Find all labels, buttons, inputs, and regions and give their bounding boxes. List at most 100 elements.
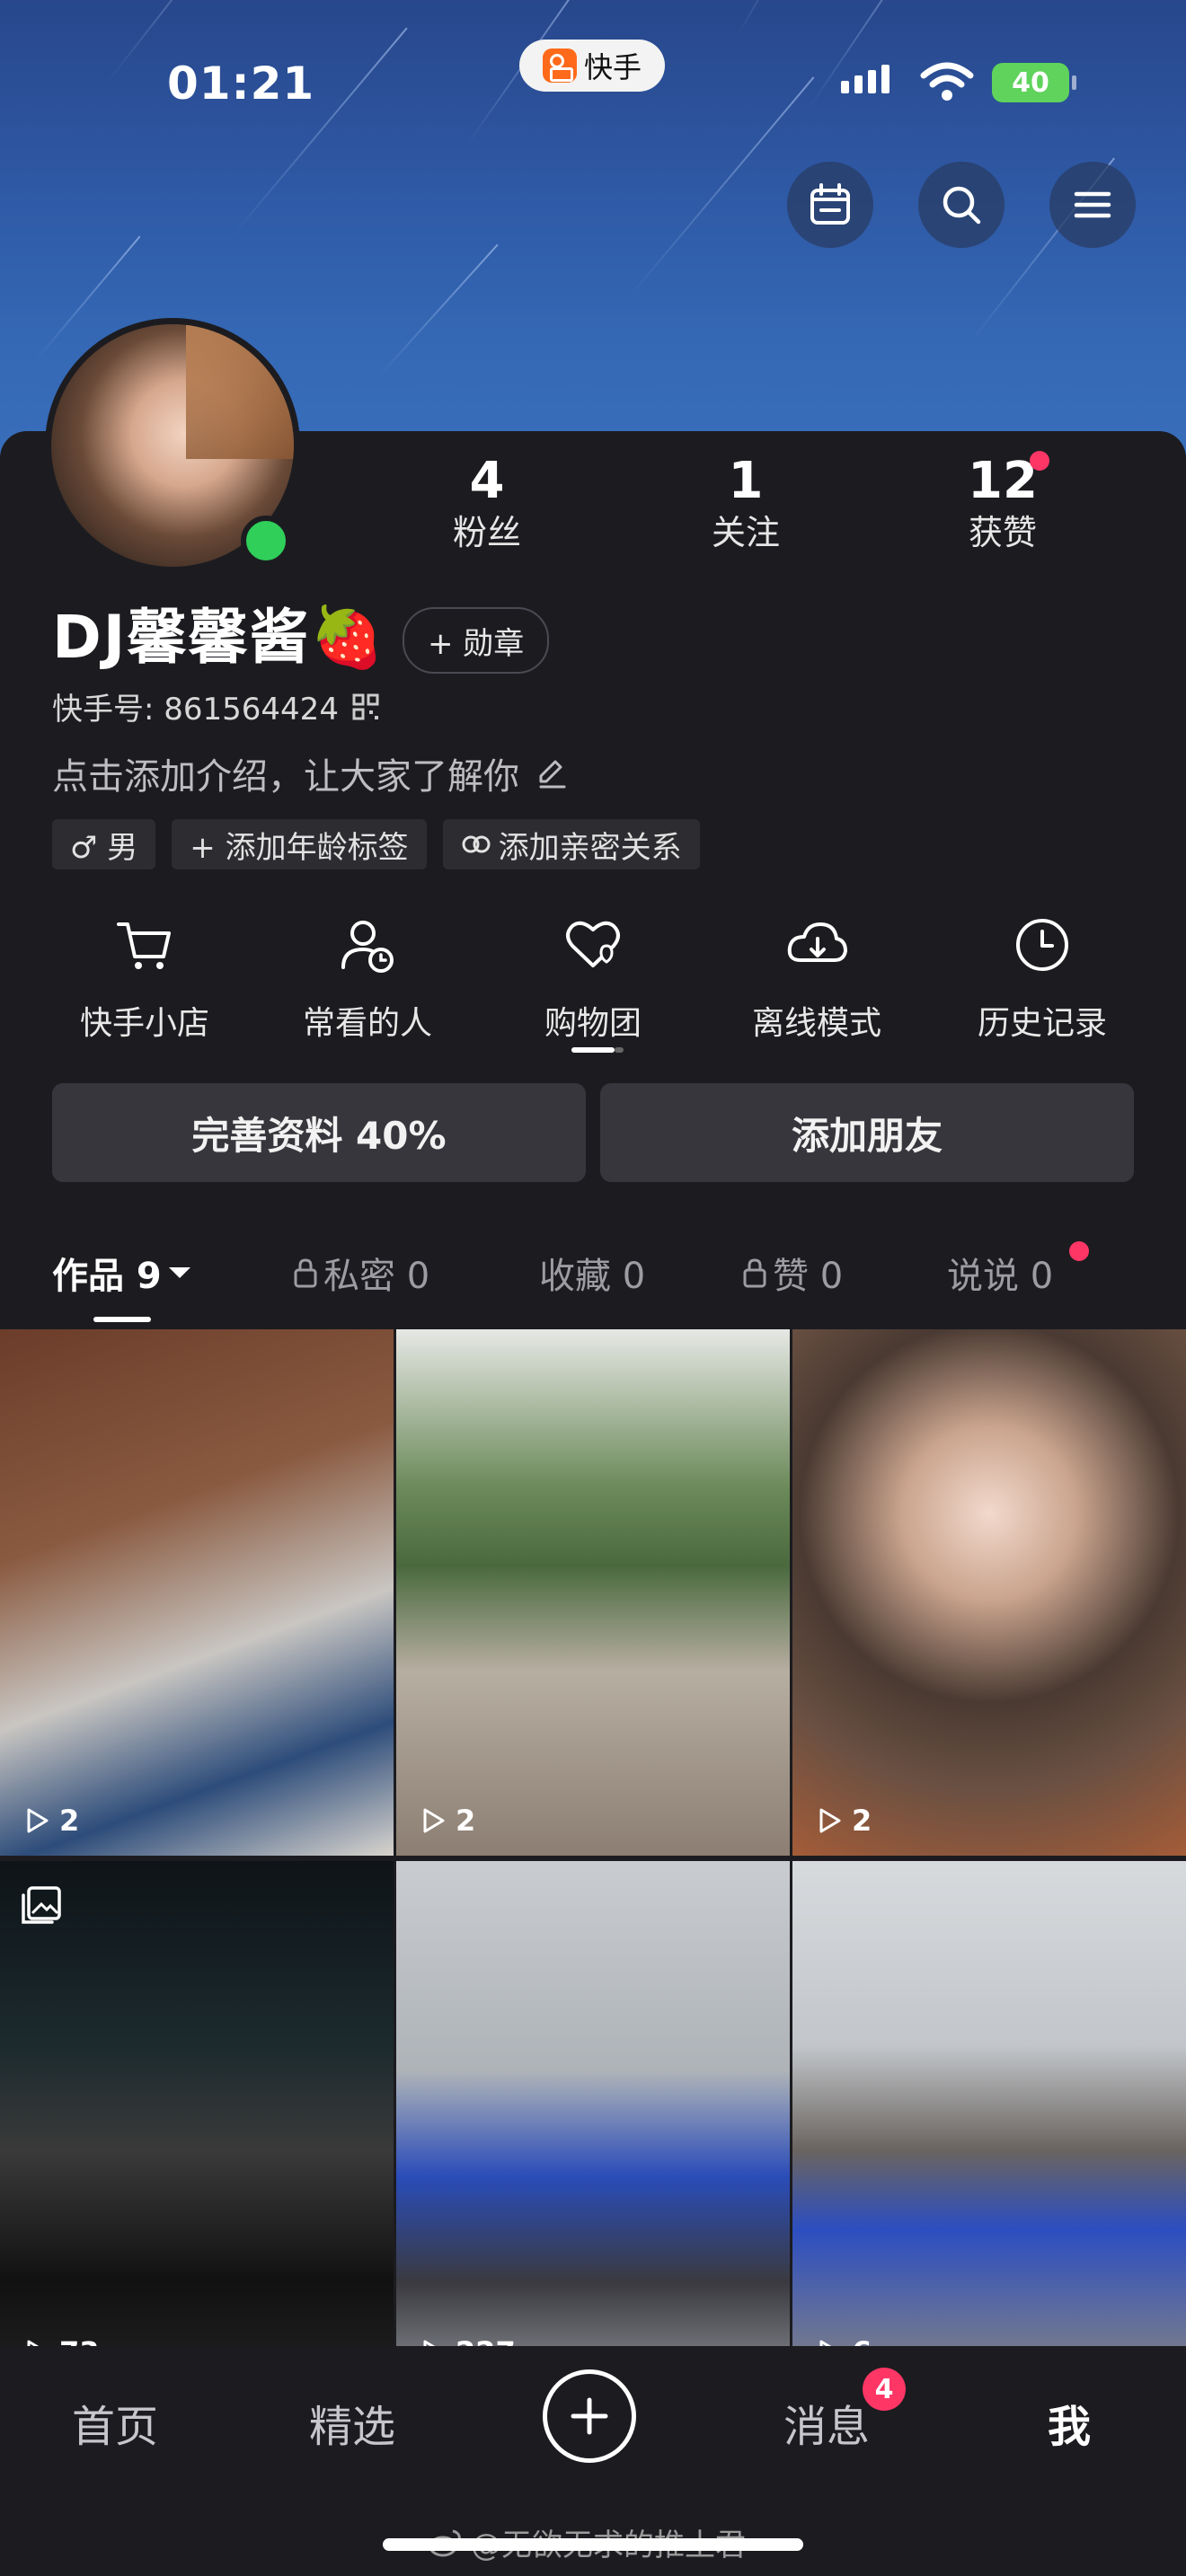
play-count: 2 (814, 1804, 872, 1838)
cellular-signal-icon (841, 65, 890, 93)
play-count-value: 2 (852, 1804, 872, 1838)
tag-add-age-label: + 添加年龄标签 (190, 829, 409, 866)
video-thumbnail[interactable]: 73 (0, 1861, 394, 2387)
create-button[interactable] (543, 2369, 636, 2463)
tab-favorites[interactable]: 收藏 0 (539, 1247, 645, 1299)
battery-indicator: 40 (992, 63, 1076, 102)
play-count: 2 (418, 1804, 475, 1838)
heart-icon (566, 921, 620, 967)
shortcut-page-indicator (571, 1047, 615, 1053)
calendar-button[interactable] (787, 162, 873, 248)
tab-likes-label: 赞 0 (773, 1256, 844, 1297)
search-button[interactable] (918, 162, 1005, 248)
shortcut-offline-label: 离线模式 (751, 1005, 881, 1042)
stat-likes[interactable]: 12 获赞 (913, 453, 1093, 555)
cloud-download-icon (787, 922, 847, 962)
add-medal-button[interactable]: + 勋章 (403, 607, 550, 674)
calendar-icon (810, 183, 850, 225)
lock-icon (294, 1258, 317, 1288)
play-count-value: 2 (59, 1804, 80, 1838)
stat-fans[interactable]: 4 粉丝 (397, 453, 577, 555)
wifi-icon (920, 62, 974, 101)
video-thumbnail[interactable]: 2 (0, 1329, 394, 1856)
search-icon (943, 186, 981, 225)
shortcut-shop[interactable]: 快手小店 (32, 909, 257, 1044)
add-friend-label: 添加朋友 (791, 1113, 943, 1158)
tab-likes[interactable]: 赞 0 (742, 1247, 843, 1299)
tab-private-label: 私密 0 (323, 1256, 430, 1297)
status-time: 01:21 (167, 57, 315, 110)
lock-icon (743, 1258, 766, 1288)
nav-featured[interactable]: 精选 (309, 2391, 395, 2454)
kuaishou-logo-icon (542, 49, 577, 83)
person-clock-icon (341, 921, 394, 973)
stat-following-label: 关注 (711, 513, 780, 552)
add-friend-button[interactable]: 添加朋友 (600, 1083, 1134, 1182)
tab-works-label: 作品 9 (52, 1256, 162, 1297)
shortcut-frequent[interactable]: 常看的人 (255, 909, 480, 1044)
stat-following[interactable]: 1 关注 (656, 453, 836, 555)
shortcut-history-label: 历史记录 (977, 1005, 1107, 1042)
shortcut-page-indicator-rest (615, 1047, 624, 1053)
shortcut-shopping-group[interactable]: 购物团 (481, 909, 705, 1044)
tag-add-relationship-label: 添加亲密关系 (498, 829, 682, 866)
clock-icon (1016, 919, 1068, 971)
profile-tags: ♂ 男 + 添加年龄标签 添加亲密关系 (52, 819, 700, 869)
home-indicator[interactable] (383, 2538, 803, 2551)
app-indicator-label: 快手 (583, 50, 642, 84)
play-icon (423, 1808, 445, 1833)
chevron-down-icon (168, 1267, 190, 1278)
bio-text: 点击添加介绍，让大家了解你 (52, 756, 519, 798)
video-thumbnail[interactable]: 2 (792, 1329, 1186, 1856)
online-status-dot (241, 516, 291, 566)
play-icon (819, 1808, 841, 1833)
tab-works[interactable]: 作品 9 (52, 1247, 192, 1299)
shortcut-shop-label: 快手小店 (79, 1005, 209, 1042)
play-count-value: 2 (456, 1804, 476, 1838)
tag-gender[interactable]: ♂ 男 (52, 819, 156, 869)
stat-following-count: 1 (728, 452, 764, 510)
photo-album-icon (22, 1886, 61, 1924)
relationship-icon (462, 835, 491, 853)
profile-name: DJ馨馨酱🍓 (52, 603, 386, 672)
shortcut-frequent-label: 常看的人 (302, 1005, 432, 1042)
menu-button[interactable] (1049, 162, 1136, 248)
bio-edit[interactable]: 点击添加介绍，让大家了解你 (52, 747, 568, 799)
tab-moments-label: 说说 0 (947, 1256, 1054, 1297)
moments-notification-dot (1069, 1241, 1089, 1261)
shortcut-history[interactable]: 历史记录 (930, 909, 1155, 1044)
complete-profile-label: 完善资料 40% (191, 1113, 447, 1158)
hamburger-menu-icon (1074, 191, 1111, 218)
tab-favorites-label: 收藏 0 (539, 1256, 646, 1297)
status-bar: 01:21 快手 40 (0, 0, 1186, 171)
play-count: 2 (22, 1804, 79, 1838)
user-id-text: 快手号: 861564424 (52, 692, 339, 728)
video-thumbnail[interactable]: 6 (792, 1861, 1186, 2387)
app-indicator: 快手 (519, 40, 665, 92)
nav-messages[interactable]: 消息 (783, 2391, 870, 2454)
nav-home[interactable]: 首页 (72, 2391, 158, 2454)
plus-icon (571, 2397, 608, 2435)
video-thumbnail[interactable]: 2 (396, 1329, 790, 1856)
tab-private[interactable]: 私密 0 (293, 1247, 429, 1299)
user-id[interactable]: 快手号: 861564424 (52, 684, 380, 728)
play-icon (27, 1808, 49, 1833)
active-tab-underline (93, 1317, 151, 1322)
tag-add-age[interactable]: + 添加年龄标签 (172, 819, 427, 869)
tag-gender-label: ♂ 男 (70, 829, 138, 866)
stat-fans-label: 粉丝 (452, 513, 521, 552)
add-medal-label: + 勋章 (428, 625, 525, 662)
nav-me[interactable]: 我 (1048, 2391, 1091, 2454)
qr-code-icon (352, 693, 379, 719)
likes-notification-dot (1030, 451, 1049, 471)
content-tabs: 作品 9 私密 0 收藏 0 赞 0 说说 0 (0, 1236, 1186, 1326)
tag-add-relationship[interactable]: 添加亲密关系 (442, 819, 700, 869)
shortcut-shopping-group-label: 购物团 (544, 1005, 642, 1042)
video-thumbnail[interactable]: 227 (396, 1861, 790, 2387)
messages-badge: 4 (863, 2368, 906, 2411)
complete-profile-button[interactable]: 完善资料 40% (52, 1083, 586, 1182)
tab-moments[interactable]: 说说 0 (947, 1247, 1053, 1299)
shortcut-offline[interactable]: 离线模式 (704, 909, 929, 1044)
shopping-cart-icon (117, 922, 171, 969)
stat-fans-count: 4 (469, 452, 505, 510)
